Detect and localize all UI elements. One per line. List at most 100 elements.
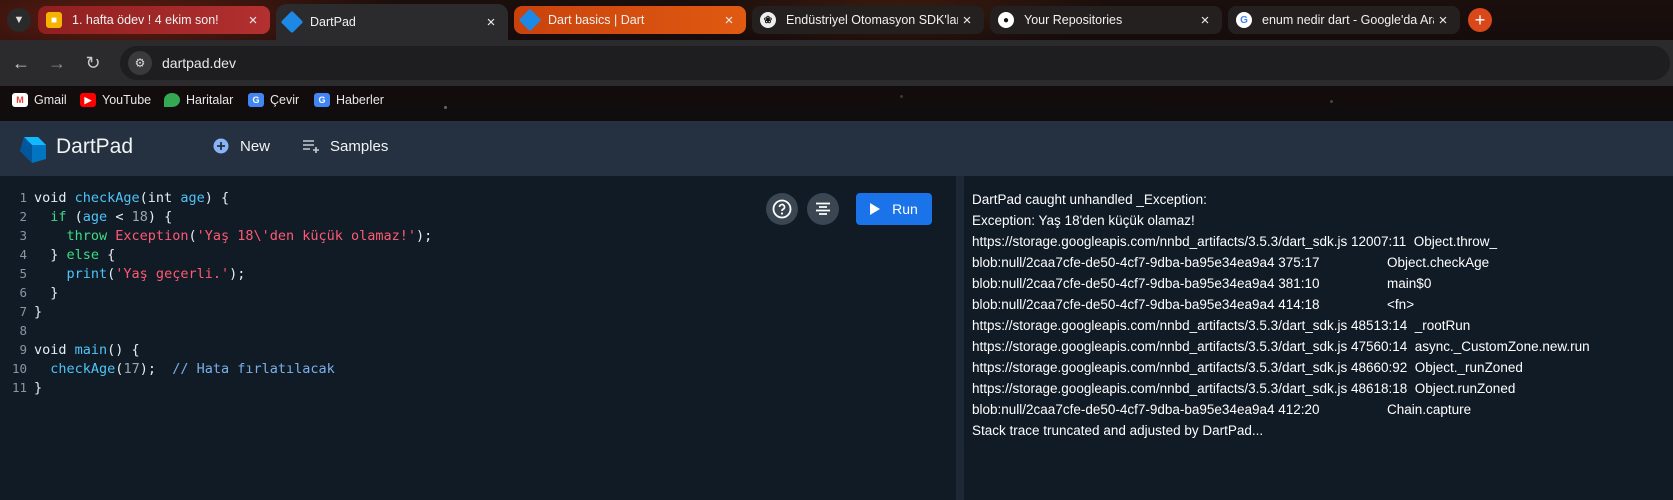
console-line: https://storage.googleapis.com/nnbd_arti…: [972, 381, 1516, 396]
site-settings-icon[interactable]: ⚙: [128, 51, 152, 75]
add-circle-icon: [212, 137, 230, 155]
tab-title: DartPad: [310, 15, 356, 29]
new-label: New: [240, 137, 271, 155]
bookmark-translate[interactable]: G Çevir: [248, 93, 299, 107]
browser-chrome: ▼ ■ 1. hafta ödev ! 4 ekim son! × DartPa…: [0, 0, 1673, 121]
format-align-icon: [816, 202, 830, 215]
close-icon[interactable]: ×: [958, 12, 976, 29]
maps-pin-icon: [164, 93, 180, 107]
tab-4[interactable]: ❀ Endüstriyel Otomasyon SDK'ları ×: [752, 6, 984, 34]
code-line: 5 print('Yaş geçerli.');: [0, 266, 432, 285]
code-text[interactable]: checkAge(17); // Hata fırlatılacak: [34, 361, 335, 380]
tab-6[interactable]: G enum nedir dart - Google'da Ara ×: [1228, 6, 1460, 34]
code-line: 6 }: [0, 285, 432, 304]
code-text[interactable]: }: [34, 285, 58, 304]
code-line: 8: [0, 323, 432, 342]
chatgpt-icon: ❀: [760, 12, 776, 28]
console-line: https://storage.googleapis.com/nnbd_arti…: [972, 234, 1498, 249]
dart-icon: [280, 10, 304, 34]
console-lines: DartPad caught unhandled _Exception: Exc…: [972, 189, 1590, 441]
run-button[interactable]: Run: [856, 193, 932, 225]
tab-2[interactable]: DartPad ×: [276, 4, 508, 40]
run-label: Run: [892, 201, 918, 217]
samples-label: Samples: [330, 137, 389, 155]
code-text[interactable]: }: [34, 304, 42, 323]
code-line: 4 } else {: [0, 247, 432, 266]
bookmark-label: Gmail: [34, 93, 67, 107]
line-number: 4: [19, 247, 27, 262]
line-number: 3: [19, 228, 27, 243]
line-number: 8: [19, 323, 27, 338]
new-button[interactable]: New: [212, 137, 270, 155]
gmail-icon: M: [12, 93, 28, 107]
console-output: DartPad caught unhandled _Exception: Exc…: [964, 176, 1673, 500]
youtube-icon: ▶: [80, 93, 96, 107]
close-icon[interactable]: ×: [244, 12, 262, 29]
address-bar[interactable]: ⚙ dartpad.dev: [120, 46, 1670, 80]
close-icon[interactable]: ×: [720, 12, 738, 29]
dart-logo-icon: [20, 137, 46, 163]
tab-3[interactable]: Dart basics | Dart ×: [514, 6, 746, 34]
code-line: 3 throw Exception('Yaş 18\'den küçük ola…: [0, 228, 432, 247]
console-line: DartPad caught unhandled _Exception:: [972, 192, 1207, 207]
app-header: DartPad New Samples: [0, 121, 1673, 176]
slides-icon: ■: [46, 12, 62, 28]
github-icon: ●: [998, 12, 1014, 28]
help-icon: [772, 199, 792, 219]
tab-title: enum nedir dart - Google'da Ara: [1262, 13, 1434, 27]
bookmark-maps[interactable]: Haritalar: [164, 93, 233, 107]
console-line: Stack trace truncated and adjusted by Da…: [972, 423, 1264, 438]
code-text[interactable]: } else {: [34, 247, 115, 266]
dart-icon: [518, 8, 542, 32]
bookmark-gmail[interactable]: M Gmail: [12, 93, 67, 107]
tab-strip: ▼ ■ 1. hafta ödev ! 4 ekim son! × DartPa…: [0, 0, 1673, 40]
code-text[interactable]: void checkAge(int age) {: [34, 190, 229, 209]
format-button[interactable]: [807, 193, 839, 225]
close-icon[interactable]: ×: [482, 14, 500, 31]
line-number: 7: [19, 304, 27, 319]
arrow-right-icon: →: [48, 52, 66, 73]
help-button[interactable]: [766, 193, 798, 225]
code-editor[interactable]: 1 void checkAge(int age) { 2 if (age < 1…: [0, 176, 956, 500]
console-line: Exception: Yaş 18'den küçük olamaz!: [972, 213, 1195, 228]
line-number: 10: [11, 361, 27, 376]
bookmarks-bar: M Gmail ▶ YouTube Haritalar G Çevir G Ha…: [0, 86, 1673, 121]
code-text[interactable]: if (age < 18) {: [34, 209, 172, 228]
bookmark-label: Haritalar: [186, 93, 234, 107]
code-text[interactable]: throw Exception('Yaş 18\'den küçük olama…: [34, 228, 433, 247]
console-line: blob:null/2caa7cfe-de50-4cf7-9dba-ba95e3…: [972, 402, 1472, 417]
tab-title: Dart basics | Dart: [548, 13, 645, 27]
panel-divider[interactable]: [956, 176, 964, 500]
tab-search-button[interactable]: ▼: [7, 8, 31, 32]
code-text[interactable]: void main() {: [34, 342, 140, 361]
bookmark-youtube[interactable]: ▶ YouTube: [80, 93, 151, 107]
close-icon[interactable]: ×: [1434, 12, 1452, 29]
browser-toolbar: ← → ↻ ⚙ dartpad.dev: [0, 40, 1673, 86]
code-lines[interactable]: 1 void checkAge(int age) { 2 if (age < 1…: [0, 190, 432, 399]
line-number: 1: [19, 190, 27, 205]
code-line: 10 checkAge(17); // Hata fırlatılacak: [0, 361, 432, 380]
samples-button[interactable]: Samples: [302, 137, 388, 155]
tab-1[interactable]: ■ 1. hafta ödev ! 4 ekim son! ×: [38, 6, 270, 34]
back-button[interactable]: ←: [10, 52, 32, 74]
code-line: 7 }: [0, 304, 432, 323]
reload-button[interactable]: ↻: [82, 52, 104, 74]
console-line: https://storage.googleapis.com/nnbd_arti…: [972, 360, 1523, 375]
code-text[interactable]: print('Yaş geçerli.');: [34, 266, 246, 285]
code-line: 2 if (age < 18) {: [0, 209, 432, 228]
bookmark-label: YouTube: [102, 93, 152, 107]
forward-button[interactable]: →: [46, 52, 68, 74]
bookmark-label: Çevir: [270, 93, 300, 107]
code-text[interactable]: }: [34, 380, 42, 399]
line-number: 9: [19, 342, 27, 357]
tab-title: Your Repositories: [1024, 13, 1123, 27]
close-icon[interactable]: ×: [1196, 12, 1214, 29]
playlist-add-icon: [302, 137, 320, 155]
new-tab-button[interactable]: +: [1468, 8, 1492, 32]
tab-5[interactable]: ● Your Repositories ×: [990, 6, 1222, 34]
arrow-left-icon: ←: [12, 52, 30, 73]
url-text[interactable]: dartpad.dev: [162, 55, 236, 71]
bookmark-news[interactable]: G Haberler: [314, 93, 384, 107]
console-line: blob:null/2caa7cfe-de50-4cf7-9dba-ba95e3…: [972, 297, 1415, 312]
translate-icon: G: [248, 93, 264, 107]
